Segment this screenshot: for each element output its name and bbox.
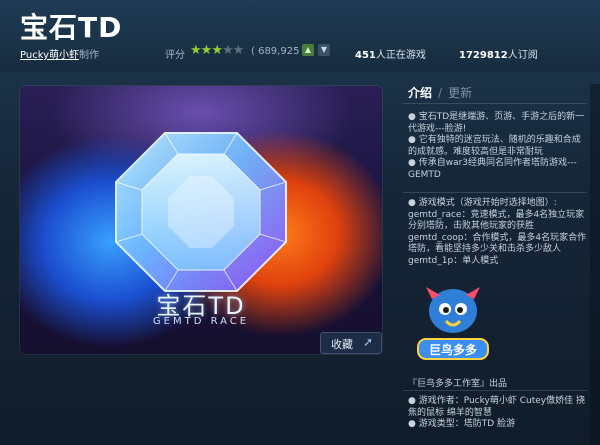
star-filled-icon: ★ [190, 43, 202, 58]
studio-credit: 『巨鸟多多工作室』出品 [408, 379, 508, 389]
description-block: ● 宝石TD是继端游、页游、手游之后的新一代游戏---脸游! ● 它有独特的迷宫… [408, 112, 588, 181]
section-divider [403, 390, 587, 391]
collect-label: 收藏 [331, 338, 353, 351]
mode-line: gemtd_coop：合作模式，最多4名玩家合作塔防，看能坚持多少关和击杀多少敌… [408, 232, 587, 255]
section-divider [403, 192, 587, 193]
info-block: ● 游戏作者：Pucky萌小虾 Cutey傲娇佳 挠焦的鼠标 绵羊的智慧 ● 游… [408, 396, 588, 431]
scrollbar[interactable] [590, 84, 600, 445]
info-line: ● 游戏作者：Pucky萌小虾 Cutey傲娇佳 挠焦的鼠标 绵羊的智慧 [408, 396, 585, 418]
studio-logo-text: 巨鸟多多 [429, 342, 477, 357]
thumbs-up-icon[interactable]: ▲ [302, 44, 314, 56]
tab-updates[interactable]: 更新 [448, 86, 472, 100]
studio-logo: 巨鸟多多 [417, 287, 489, 360]
hero-subtitle: GEMTD RACE [152, 316, 250, 327]
tab-bar: 介绍 / 更新 [408, 84, 472, 101]
playing-label: 人正在游戏 [375, 50, 426, 61]
subscribers-label: 人订阅 [507, 50, 538, 61]
mode-line: ● 游戏模式（游戏开始时选择地图）: [408, 198, 557, 208]
playing-count: 451 [355, 50, 376, 61]
thumbs-down-icon[interactable]: ▼ [318, 44, 330, 56]
tab-separator: / [438, 86, 443, 100]
author-link[interactable]: Pucky萌小虾 [20, 50, 79, 61]
description-line: ● 它有独特的迷宫玩法、随机的乐趣和合成的成就感。难度较高但是非常耐玩 [408, 135, 581, 157]
modes-block: ● 游戏模式（游戏开始时选择地图）: gemtd_race：竞速模式，最多4名独… [408, 198, 588, 267]
rating-count: ( 689,925 ) [251, 46, 307, 57]
author-line: Pucky萌小虾制作 [20, 46, 99, 61]
author-suffix: 制作 [79, 50, 100, 61]
subscribers-stat: 1729812人订阅 [459, 46, 538, 61]
playing-stat: 451人正在游戏 [355, 46, 426, 61]
star-filled-icon: ★ [200, 43, 213, 58]
rating-label: 评分 [165, 50, 185, 61]
hero-image[interactable]: 宝石TD GEMTD RACE [20, 86, 382, 354]
description-line: ● 宝石TD是继端游、页游、手游之后的新一代游戏---脸游! [408, 112, 585, 134]
rating-stars: ★★★★★ [190, 43, 245, 58]
star-empty-icon: ★ [232, 43, 245, 58]
info-line: ● 游戏类型：塔防TD 脸游 [408, 419, 516, 429]
game-title: 宝石TD [20, 11, 123, 44]
star-empty-icon: ★ [221, 43, 234, 58]
star-filled-icon: ★ [211, 43, 223, 58]
share-icon: ➚ [363, 335, 374, 349]
description-line: ● 传承自war3经典同名同作者塔防游戏---GEMTD [408, 158, 577, 180]
mode-line: gemtd_1p：单人模式 [408, 255, 499, 266]
collect-button[interactable]: 收藏 ➚ [320, 332, 382, 354]
subscribers-count: 1729812 [459, 50, 508, 61]
tab-intro[interactable]: 介绍 [408, 86, 432, 100]
mode-line: gemtd_race：竞速模式，最多4名独立玩家分别塔防，击败其他玩家的获胜 [408, 209, 585, 232]
tab-divider [403, 103, 587, 104]
